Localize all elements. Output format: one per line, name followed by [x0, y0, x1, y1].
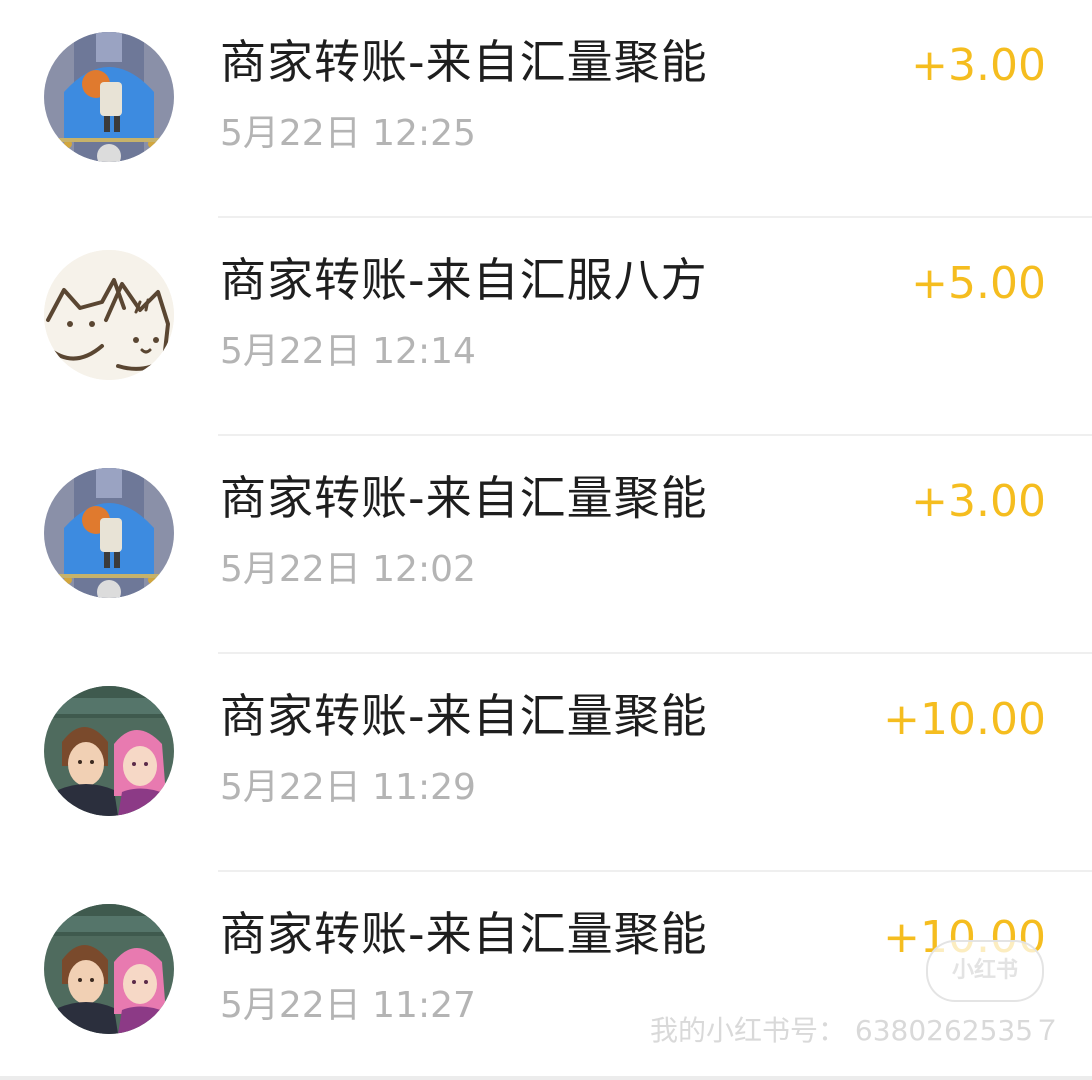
transaction-time: 5月22日 12:25	[220, 113, 476, 154]
transaction-list: 商家转账-来自汇量聚能 5月22日 12:25 +3.00 商家转账-来自汇服八…	[0, 0, 1092, 1080]
transaction-title: 商家转账-来自汇量聚能	[220, 907, 708, 961]
transaction-title: 商家转账-来自汇服八方	[220, 253, 708, 307]
game-character-avatar	[44, 468, 174, 598]
transaction-amount: +5.00	[911, 258, 1046, 309]
transaction-title: 商家转账-来自汇量聚能	[220, 35, 708, 89]
transaction-row[interactable]: 商家转账-来自汇量聚能 5月22日 12:25 +3.00	[0, 0, 1092, 218]
game-character-avatar	[44, 32, 174, 162]
cats-avatar	[44, 250, 174, 380]
transaction-amount: +3.00	[911, 40, 1046, 91]
transaction-time: 5月22日 11:27	[220, 985, 476, 1026]
transaction-row[interactable]: 商家转账-来自汇量聚能 5月22日 12:02 +3.00	[0, 436, 1092, 654]
transaction-time: 5月22日 11:29	[220, 767, 476, 808]
anime-couple-avatar	[44, 904, 174, 1034]
bottom-bar	[0, 1076, 1092, 1080]
transaction-time: 5月22日 12:02	[220, 549, 476, 590]
transaction-row[interactable]: 商家转账-来自汇量聚能 5月22日 11:29 +10.00	[0, 654, 1092, 872]
transaction-amount: +10.00	[883, 694, 1046, 745]
transaction-row[interactable]: 商家转账-来自汇服八方 5月22日 12:14 +5.00	[0, 218, 1092, 436]
transaction-title: 商家转账-来自汇量聚能	[220, 689, 708, 743]
watermark-badge: 小红书	[926, 940, 1044, 1002]
watermark-id-text: 我的小红书号： 6380262535７	[650, 1014, 1062, 1047]
transaction-title: 商家转账-来自汇量聚能	[220, 471, 708, 525]
anime-couple-avatar	[44, 686, 174, 816]
transaction-amount: +3.00	[911, 476, 1046, 527]
transaction-time: 5月22日 12:14	[220, 331, 476, 372]
